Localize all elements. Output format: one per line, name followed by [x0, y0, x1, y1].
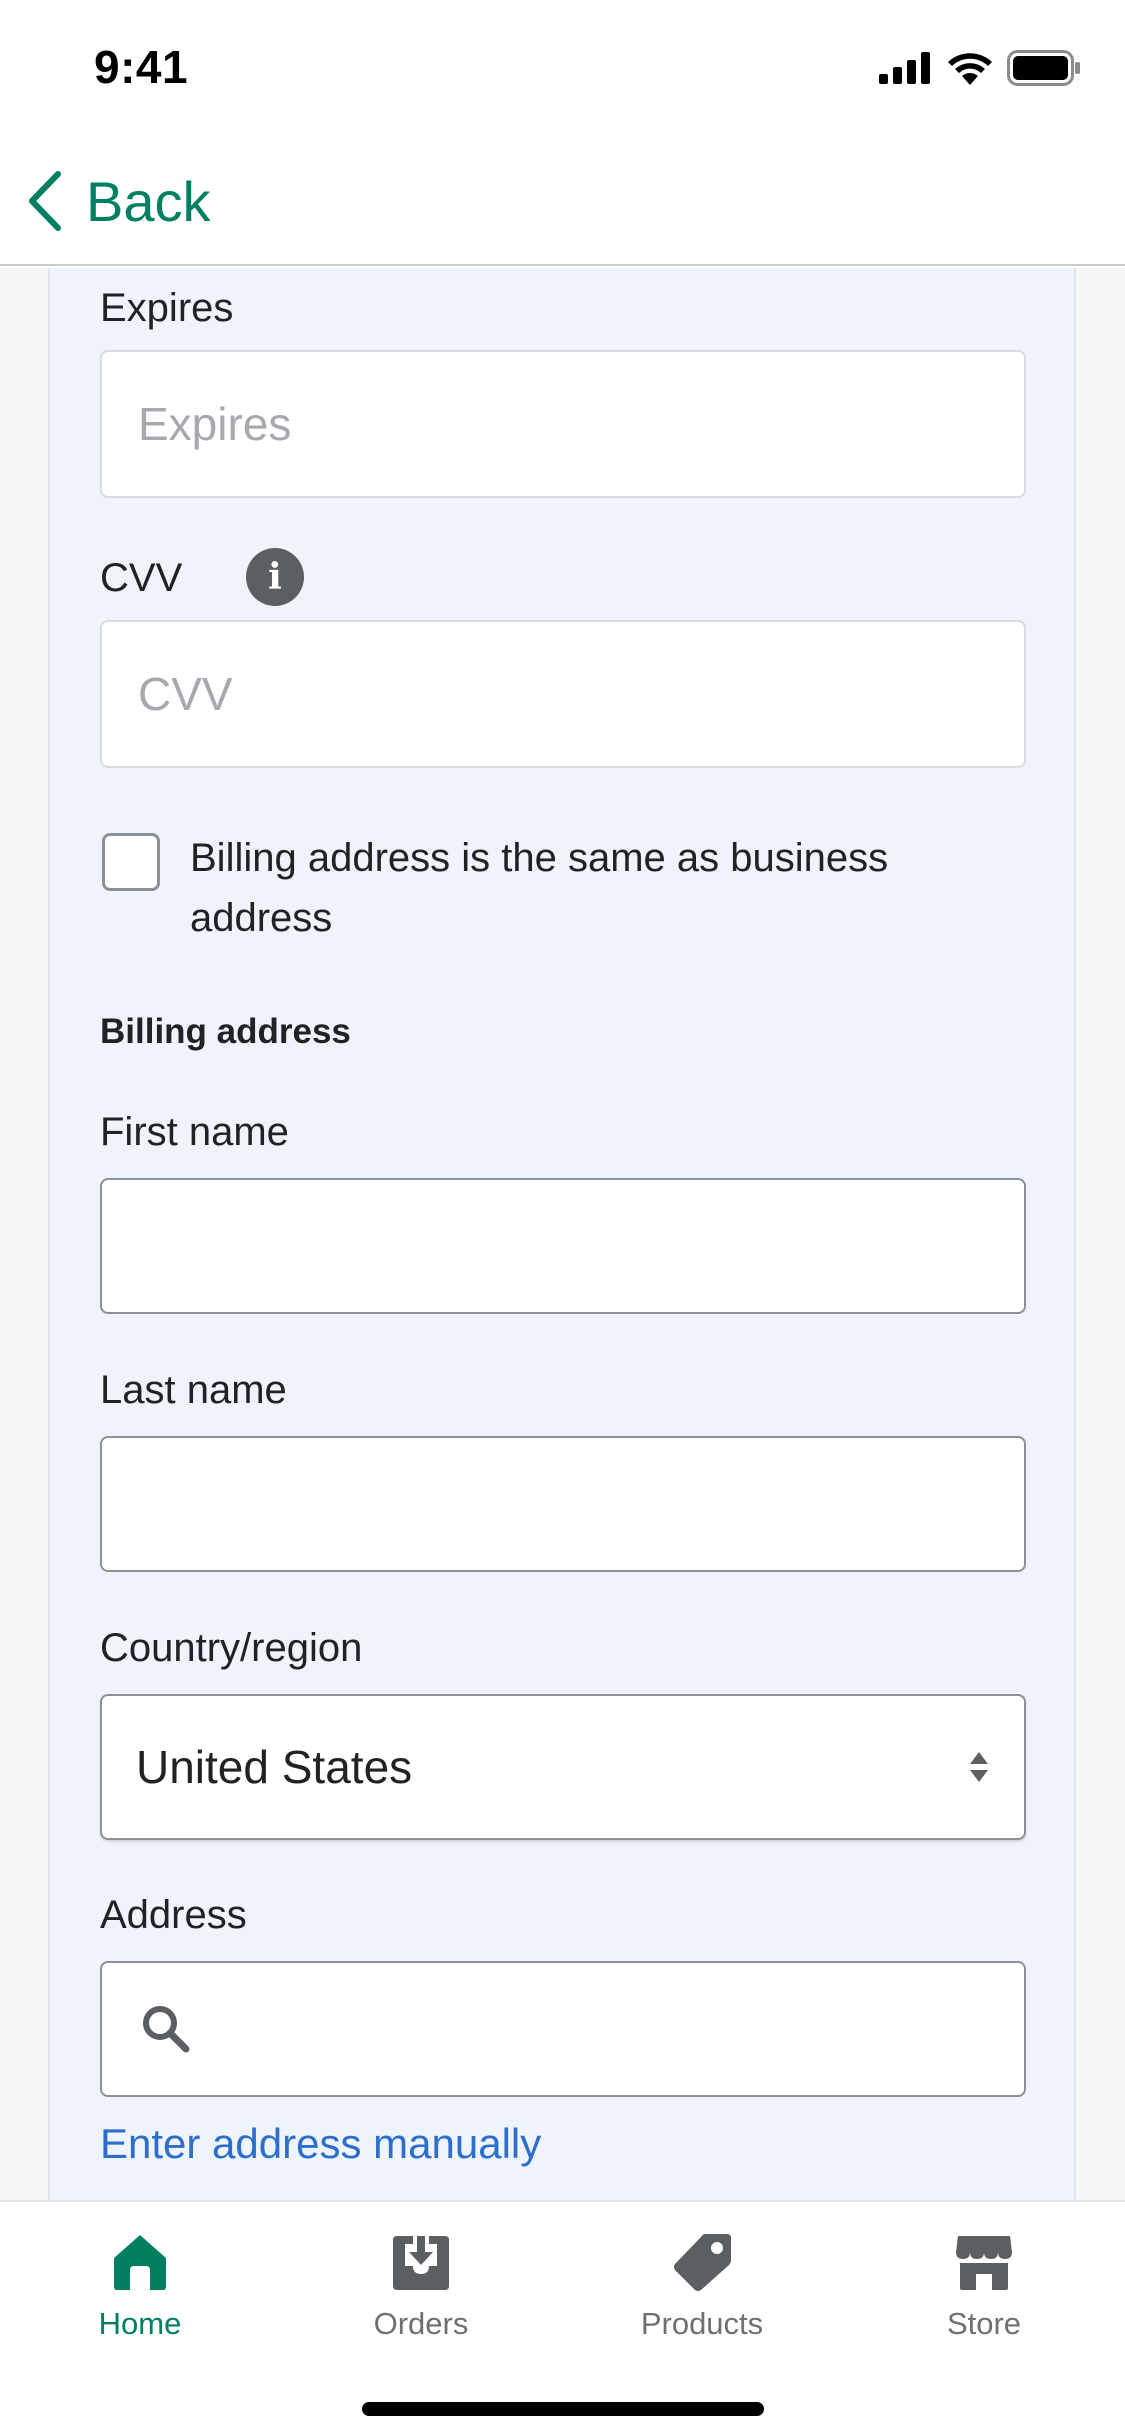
back-button[interactable]: Back: [24, 163, 211, 239]
payment-form-panel: Expires CVV i Billing address is the sam…: [48, 268, 1076, 2200]
first-name-input[interactable]: [100, 1178, 1026, 1314]
address-input[interactable]: [192, 1963, 1024, 2095]
billing-address-heading: Billing address: [100, 1012, 351, 1051]
enter-address-manually-link[interactable]: Enter address manually: [100, 2120, 541, 2168]
orders-inbox-icon: [393, 2236, 449, 2290]
tag-icon: [674, 2234, 731, 2291]
home-indicator: [362, 2402, 764, 2416]
cvv-label: CVV: [100, 556, 183, 600]
navigation-bar: Back: [0, 135, 1125, 266]
status-time: 9:41: [94, 41, 189, 93]
expires-input[interactable]: [100, 350, 1026, 498]
tab-label: Home: [98, 2306, 182, 2341]
same-address-label[interactable]: Billing address is the same as business …: [190, 828, 1040, 948]
info-icon[interactable]: i: [246, 548, 304, 606]
tab-label: Orders: [373, 2306, 469, 2341]
last-name-label: Last name: [100, 1368, 287, 1412]
chevron-left-icon: [29, 171, 61, 231]
address-label: Address: [100, 1893, 247, 1937]
first-name-label: First name: [100, 1110, 289, 1154]
tab-label: Store: [946, 2306, 1022, 2341]
tab-bar: Home Orders Products Store: [0, 2200, 1125, 2436]
battery-icon: [1007, 50, 1080, 86]
address-search-field[interactable]: [100, 1961, 1026, 2097]
cellular-signal-icon: [879, 52, 930, 84]
wifi-icon: [948, 53, 992, 85]
select-arrows-icon: [970, 1752, 988, 1782]
tab-products[interactable]: Products: [592, 2232, 812, 2372]
country-select[interactable]: United States: [100, 1694, 1026, 1840]
search-icon: [143, 2006, 190, 2053]
country-label: Country/region: [100, 1626, 363, 1670]
scroll-content[interactable]: Expires CVV i Billing address is the sam…: [0, 268, 1125, 2200]
status-bar: 9:41: [0, 0, 1125, 135]
cvv-input[interactable]: [100, 620, 1026, 768]
home-icon: [114, 2235, 166, 2290]
tab-store[interactable]: Store: [874, 2232, 1094, 2372]
country-select-value: United States: [136, 1741, 413, 1793]
tab-orders[interactable]: Orders: [311, 2232, 531, 2372]
back-label: Back: [86, 169, 211, 233]
status-icons: [879, 50, 1081, 86]
same-address-checkbox[interactable]: [102, 833, 160, 891]
last-name-input[interactable]: [100, 1436, 1026, 1572]
tab-label: Products: [640, 2306, 764, 2341]
store-icon: [956, 2236, 1012, 2290]
tab-home[interactable]: Home: [30, 2232, 250, 2372]
expires-label: Expires: [100, 286, 234, 330]
